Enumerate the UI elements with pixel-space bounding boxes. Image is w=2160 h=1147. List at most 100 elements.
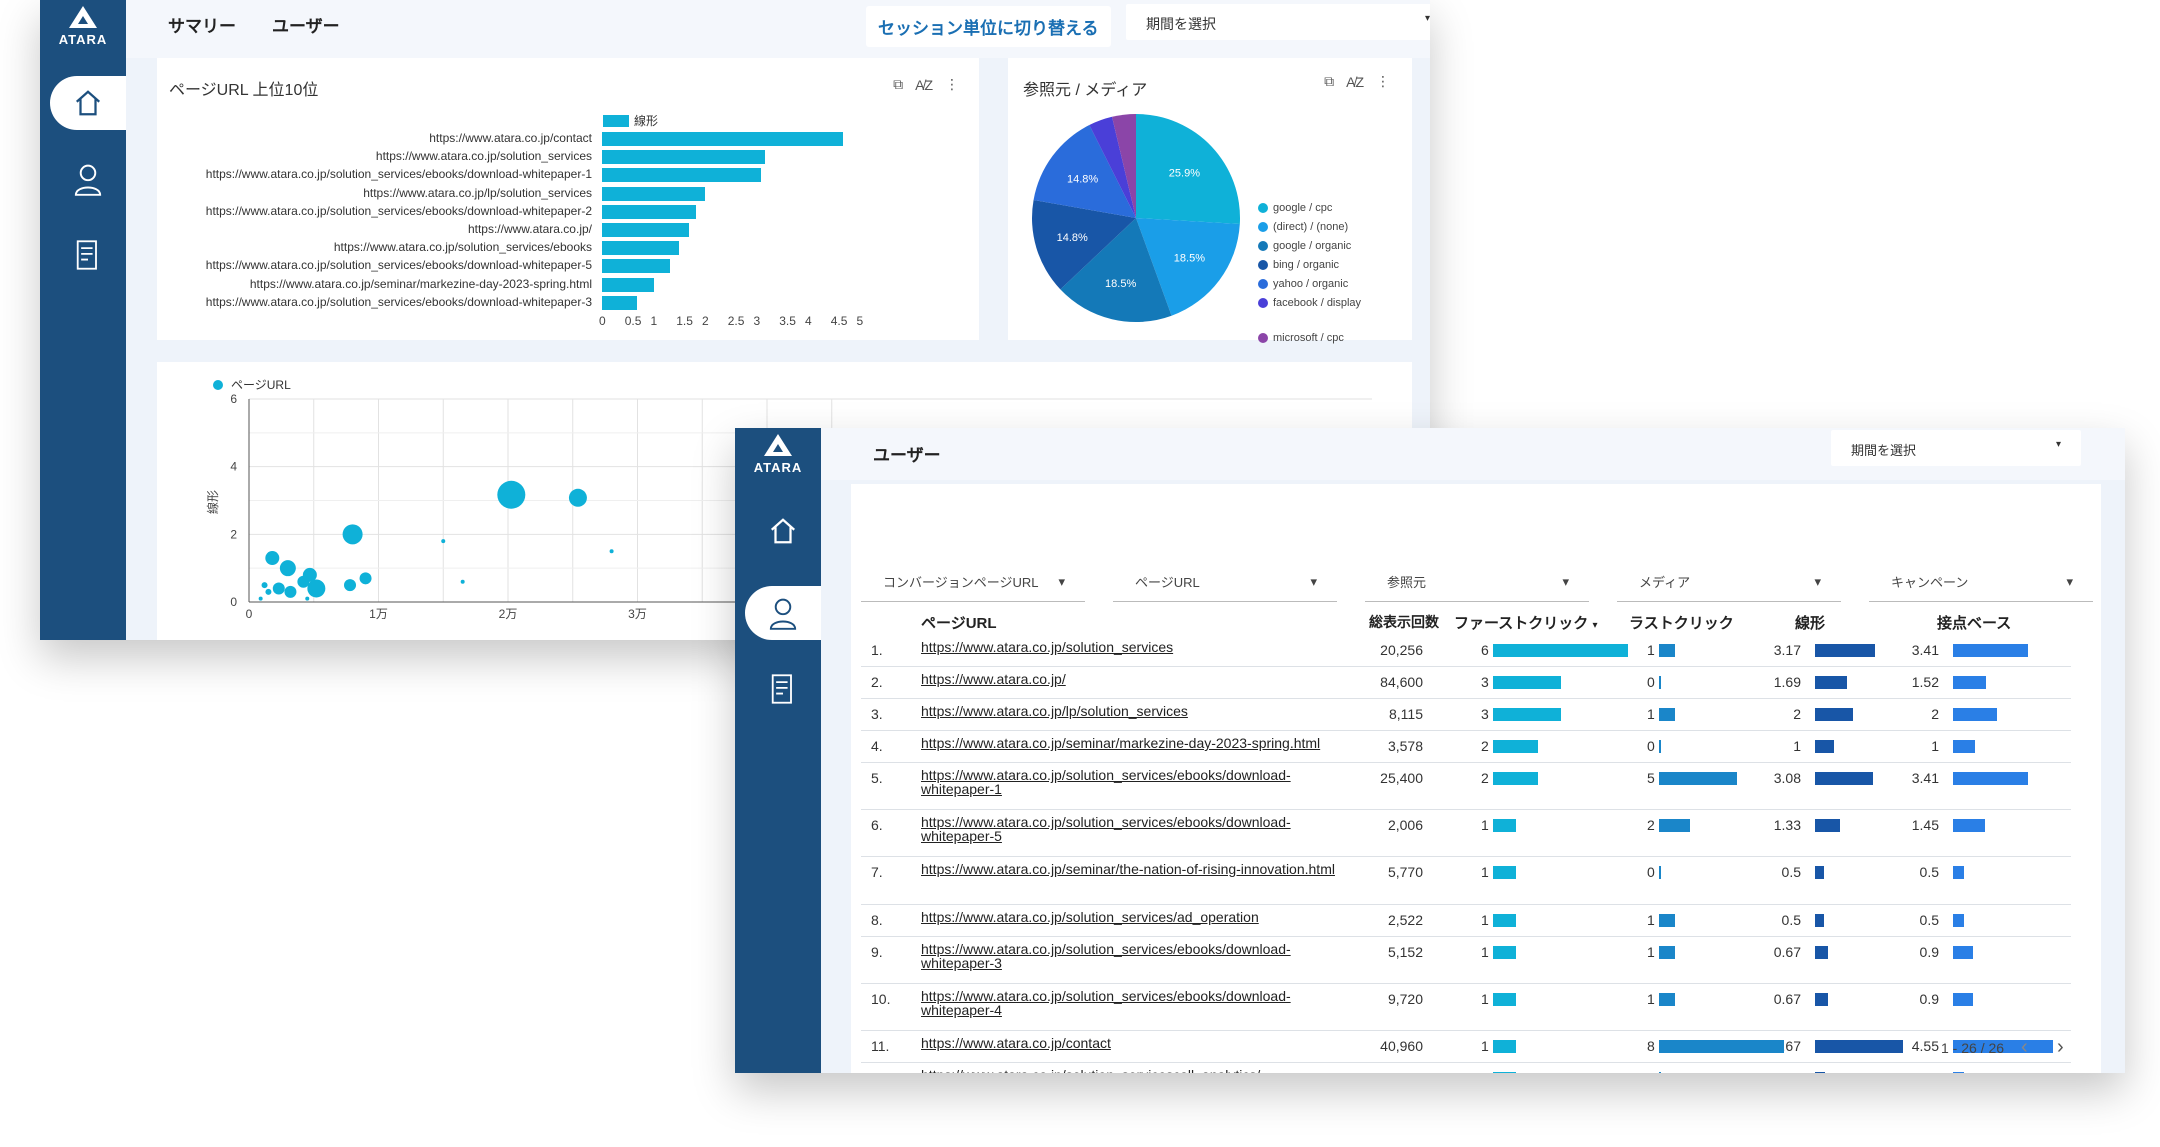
col-linear[interactable]: 線形 <box>1795 612 1825 633</box>
chart-export-icon[interactable]: ⧉ <box>893 76 903 93</box>
scatter-point[interactable] <box>272 582 285 595</box>
chevron-down-icon: ▾ <box>1310 573 1317 589</box>
last-click-value: 8 <box>1647 1038 1655 1054</box>
filter-conversion-page-url[interactable]: コンバージョンページURL ▾ <box>861 562 1085 602</box>
scatter-point[interactable] <box>265 551 280 566</box>
bar[interactable] <box>602 259 671 274</box>
col-last-click[interactable]: ラストクリック <box>1629 612 1734 633</box>
period-select-label: 期間を選択 <box>1851 443 1917 458</box>
bar[interactable] <box>602 132 843 146</box>
scatter-point[interactable] <box>568 488 587 507</box>
user-icon <box>769 598 797 630</box>
last-click-bar <box>1659 644 1675 657</box>
table-row[interactable]: 4. https://www.atara.co.jp/seminar/markez… <box>861 730 2071 763</box>
scatter-point[interactable] <box>265 588 272 595</box>
page-url-link[interactable]: https://www.atara.co.jp/solution_service… <box>921 1068 1341 1073</box>
pie-legend-item: yahoo / organic <box>1258 278 1368 290</box>
col-first-click[interactable]: ファーストクリック ▾ <box>1454 612 1597 633</box>
nav-report[interactable] <box>745 662 821 716</box>
scatter-point[interactable] <box>307 579 326 598</box>
table-row[interactable]: 2. https://www.atara.co.jp/84,600 3 0 1.69 1.… <box>861 666 2071 699</box>
page-url-link[interactable]: https://www.atara.co.jp/solution_service… <box>921 768 1341 796</box>
bar-category-label: https://www.atara.co.jp/solution_service… <box>205 258 592 273</box>
tab-summary[interactable]: サマリー <box>168 12 236 37</box>
table-row[interactable]: 1. https://www.atara.co.jp/solution_servi… <box>861 634 2071 667</box>
table-row[interactable]: 12. https://www.atara.co.jp/solution_serv… <box>861 1062 2071 1073</box>
touch-bar <box>1953 740 1975 753</box>
col-touch-based[interactable]: 接点ベース <box>1937 612 2011 633</box>
nav-home[interactable] <box>50 76 126 130</box>
table-row[interactable]: 3. https://www.atara.co.jp/lp/solution_se… <box>861 698 2071 731</box>
bar[interactable] <box>602 186 705 201</box>
bar[interactable] <box>602 223 690 237</box>
page-url-link[interactable]: https://www.atara.co.jp/ <box>921 672 1341 686</box>
linear-value: 3.17 <box>1773 642 1801 658</box>
page-url-link[interactable]: https://www.atara.co.jp/seminar/the-nati… <box>921 862 1341 876</box>
bar[interactable] <box>602 277 654 292</box>
page-url-link[interactable]: https://www.atara.co.jp/solution_service… <box>921 815 1341 843</box>
linear-value: 2 <box>1793 706 1801 722</box>
last-click-value: 1 <box>1647 912 1655 928</box>
scatter-point[interactable] <box>497 480 526 509</box>
last-click-bar <box>1659 993 1675 1006</box>
chart-export-icon[interactable]: ⧉ <box>1324 73 1334 90</box>
session-toggle-button[interactable]: セッション単位に切り替える <box>866 6 1111 47</box>
filter-medium[interactable]: メディア ▾ <box>1617 562 1841 602</box>
period-select[interactable]: 期間を選択 ▾ <box>1831 430 2081 466</box>
impressions-value: 84,600 <box>1380 674 1423 690</box>
scatter-point[interactable] <box>460 579 465 584</box>
scatter-point[interactable] <box>305 596 310 601</box>
sort-az-icon[interactable]: A̸Z <box>1346 74 1364 90</box>
prev-page-icon[interactable]: ‹ <box>2021 1036 2028 1059</box>
filter-source[interactable]: 参照元 ▾ <box>1365 562 1589 602</box>
scatter-point[interactable] <box>284 585 297 598</box>
table-row[interactable]: 6. https://www.atara.co.jp/solution_servi… <box>861 809 2071 857</box>
page-url-link[interactable]: https://www.atara.co.jp/seminar/markezin… <box>921 736 1341 750</box>
page-url-link[interactable]: https://www.atara.co.jp/solution_service… <box>921 942 1341 970</box>
nav-user[interactable] <box>50 152 126 206</box>
bar[interactable] <box>602 168 761 183</box>
nav-home[interactable] <box>745 504 821 558</box>
more-menu-icon[interactable]: ⋮ <box>945 76 959 93</box>
scatter-point[interactable] <box>441 539 446 544</box>
scatter-point[interactable] <box>279 560 296 577</box>
period-select[interactable]: 期間を選択 ▾ <box>1126 4 1430 40</box>
bar[interactable] <box>602 150 766 165</box>
bar[interactable] <box>602 295 637 310</box>
nav-report[interactable] <box>50 228 126 282</box>
tab-user[interactable]: ユーザー <box>272 12 340 37</box>
page-url-link[interactable]: https://www.atara.co.jp/solution_service… <box>921 989 1341 1017</box>
table-row[interactable]: 9. https://www.atara.co.jp/solution_servi… <box>861 936 2071 984</box>
filter-page-url[interactable]: ページURL ▾ <box>1113 562 1337 602</box>
impressions-value: 5,770 <box>1387 864 1423 880</box>
table-row[interactable]: 8. https://www.atara.co.jp/solution_servi… <box>861 904 2071 937</box>
next-page-icon[interactable]: › <box>2057 1036 2064 1059</box>
sort-az-icon[interactable]: A̸Z <box>915 77 933 93</box>
scatter-point[interactable] <box>261 582 268 589</box>
filter-campaign[interactable]: キャンペーン ▾ <box>1869 562 2093 602</box>
table-row[interactable]: 7. https://www.atara.co.jp/seminar/the-na… <box>861 856 2071 905</box>
scatter-point[interactable] <box>344 579 357 592</box>
table-row[interactable]: 11. https://www.atara.co.jp/contact 40,960… <box>861 1030 2071 1063</box>
table-row[interactable]: 5. https://www.atara.co.jp/solution_servi… <box>861 762 2071 810</box>
nav-user[interactable] <box>745 586 821 640</box>
scatter-point[interactable] <box>609 549 614 554</box>
col-impressions[interactable]: 総表示回数 <box>1369 612 1439 632</box>
scatter-point[interactable] <box>258 596 263 601</box>
pie-legend-item: bing / organic <box>1258 259 1368 271</box>
page-url-link[interactable]: https://www.atara.co.jp/solution_service… <box>921 640 1341 654</box>
home-icon <box>771 518 795 544</box>
scatter-point[interactable] <box>359 572 372 585</box>
bar[interactable] <box>602 204 697 219</box>
first-click-bar <box>1493 1072 1516 1073</box>
page-url-link[interactable]: https://www.atara.co.jp/solution_service… <box>921 910 1341 924</box>
table-row[interactable]: 10. https://www.atara.co.jp/solution_serv… <box>861 983 2071 1031</box>
bar[interactable] <box>602 241 680 256</box>
page-url-link[interactable]: https://www.atara.co.jp/lp/solution_serv… <box>921 704 1341 718</box>
first-click-bar <box>1493 708 1561 721</box>
col-page-url[interactable]: ページURL <box>921 612 997 633</box>
scatter-point[interactable] <box>342 524 363 545</box>
impressions-value: 25,400 <box>1380 770 1423 786</box>
page-url-link[interactable]: https://www.atara.co.jp/contact <box>921 1036 1341 1050</box>
more-menu-icon[interactable]: ⋮ <box>1376 73 1390 90</box>
